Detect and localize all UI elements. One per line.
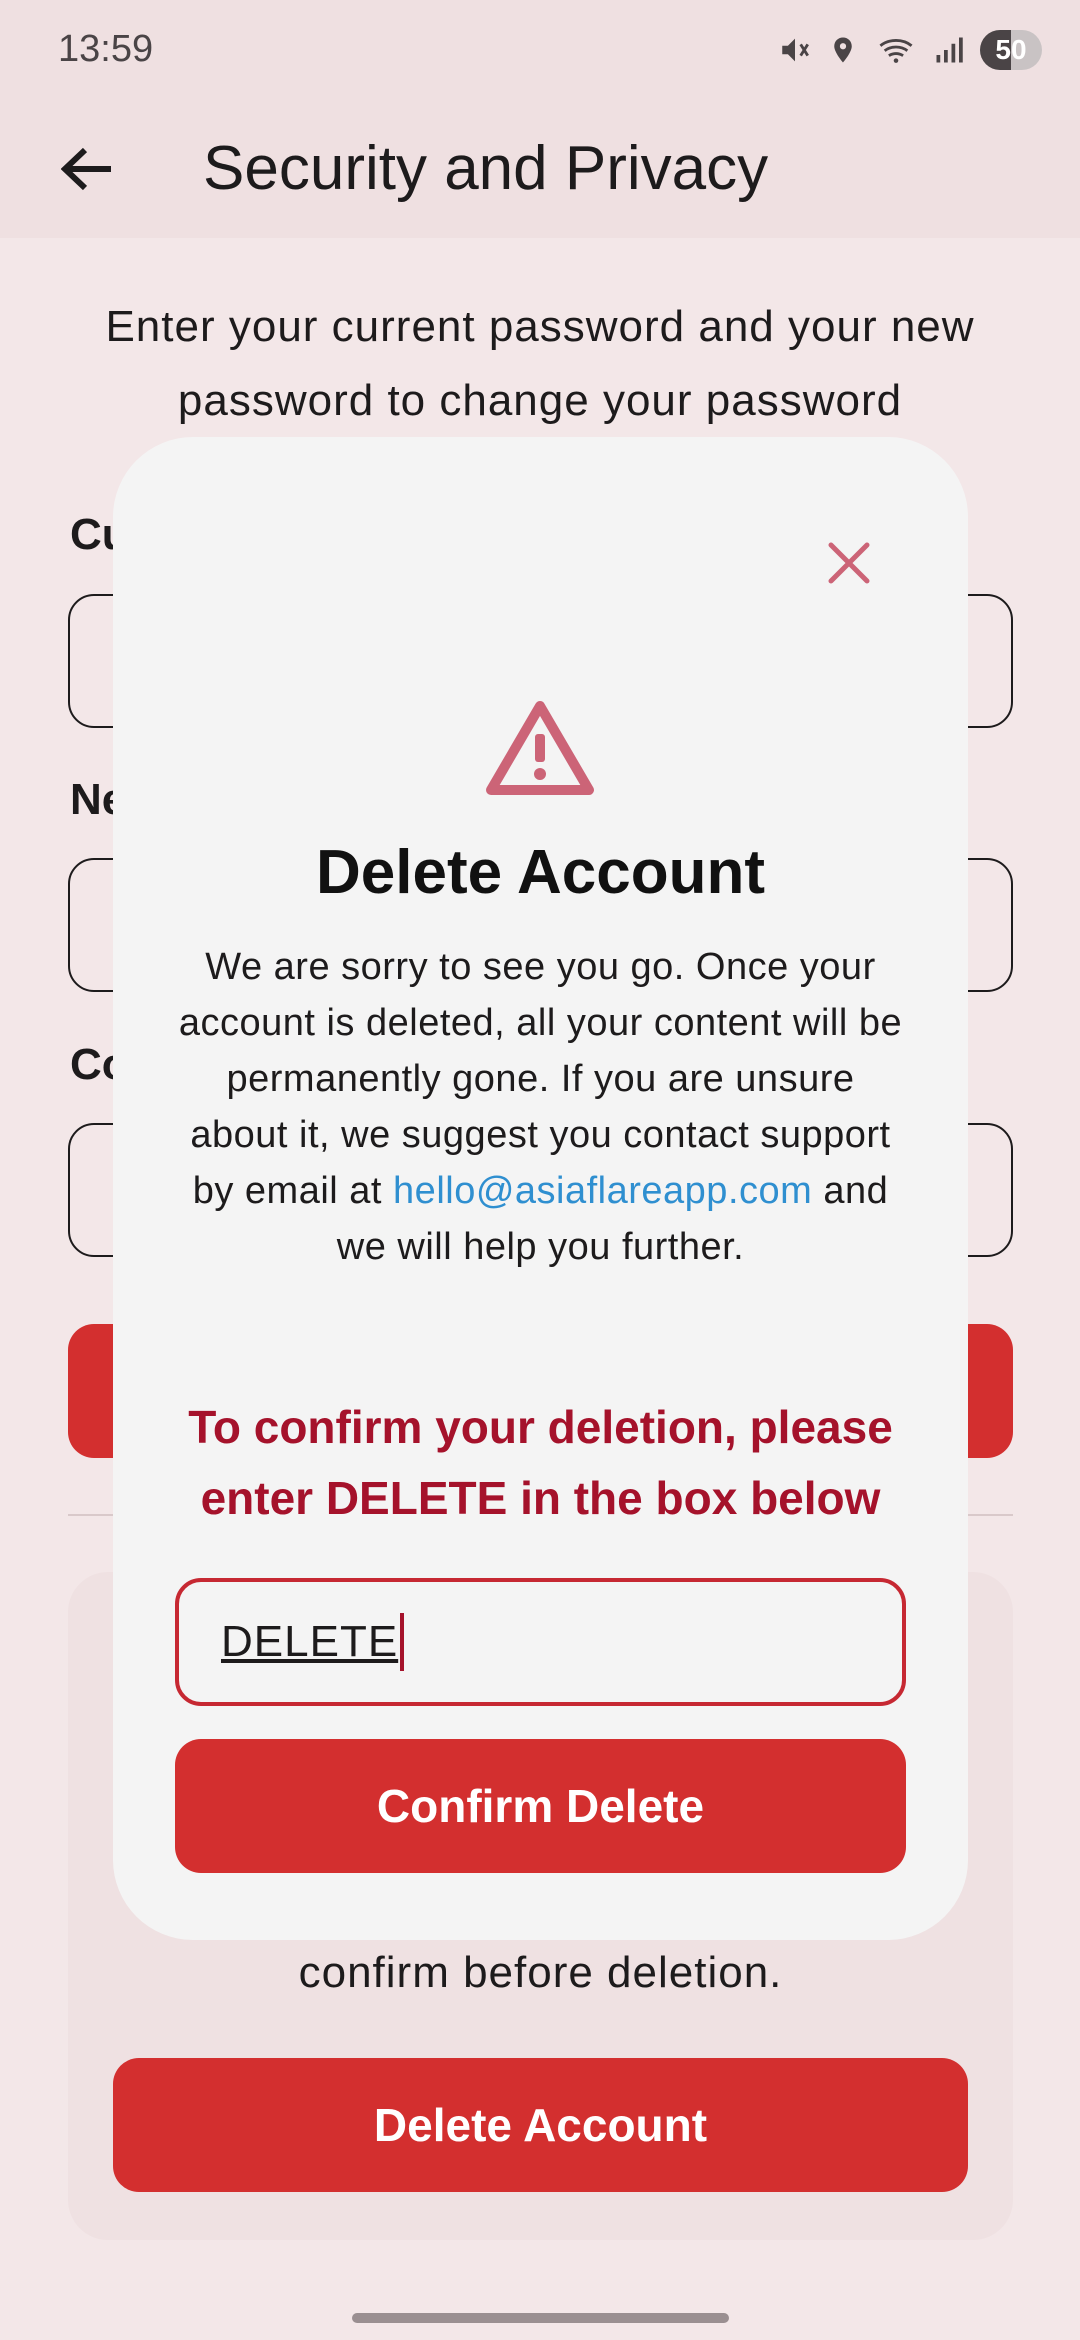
arrow-back-icon [61, 147, 111, 191]
delete-account-dialog: Delete Account We are sorry to see you g… [113, 437, 968, 1940]
wifi-icon [874, 33, 918, 67]
delete-account-button[interactable]: Delete Account [113, 2058, 968, 2192]
app-bar: Security and Privacy [0, 100, 1080, 238]
battery-level: 50 [995, 34, 1027, 65]
location-icon [828, 33, 858, 67]
signal-icon [934, 33, 964, 67]
close-button[interactable] [813, 527, 885, 599]
confirm-delete-button[interactable]: Confirm Delete [175, 1739, 906, 1873]
status-bar: 13:59 50 [0, 0, 1080, 100]
back-button[interactable] [42, 124, 132, 214]
danger-zone-text: confirm before deletion. [298, 1948, 783, 1997]
dialog-message: We are sorry to see you go. Once your ac… [173, 939, 908, 1275]
page-title: Security and Privacy [203, 134, 769, 203]
delete-input-value: DELETE [221, 1617, 399, 1666]
status-icons: 50 [778, 28, 1042, 72]
support-email-link[interactable]: hello@asiaflareapp.com [393, 1170, 812, 1212]
intro-text: Enter your current password and your new… [105, 302, 975, 425]
home-indicator[interactable] [352, 2313, 729, 2323]
dialog-title: Delete Account [315, 838, 765, 907]
status-time: 13:59 [58, 28, 154, 70]
confirm-instruction: To confirm your deletion, please enter D… [188, 1401, 893, 1524]
battery-icon: 50 [980, 30, 1042, 70]
warning-icon [486, 701, 594, 795]
mute-icon [778, 33, 812, 67]
delete-confirmation-input[interactable]: DELETE [175, 1578, 906, 1706]
screen: 13:59 50 Security and Privacy Enter your… [0, 0, 1080, 2340]
close-icon [828, 542, 870, 584]
text-caret [400, 1613, 405, 1671]
